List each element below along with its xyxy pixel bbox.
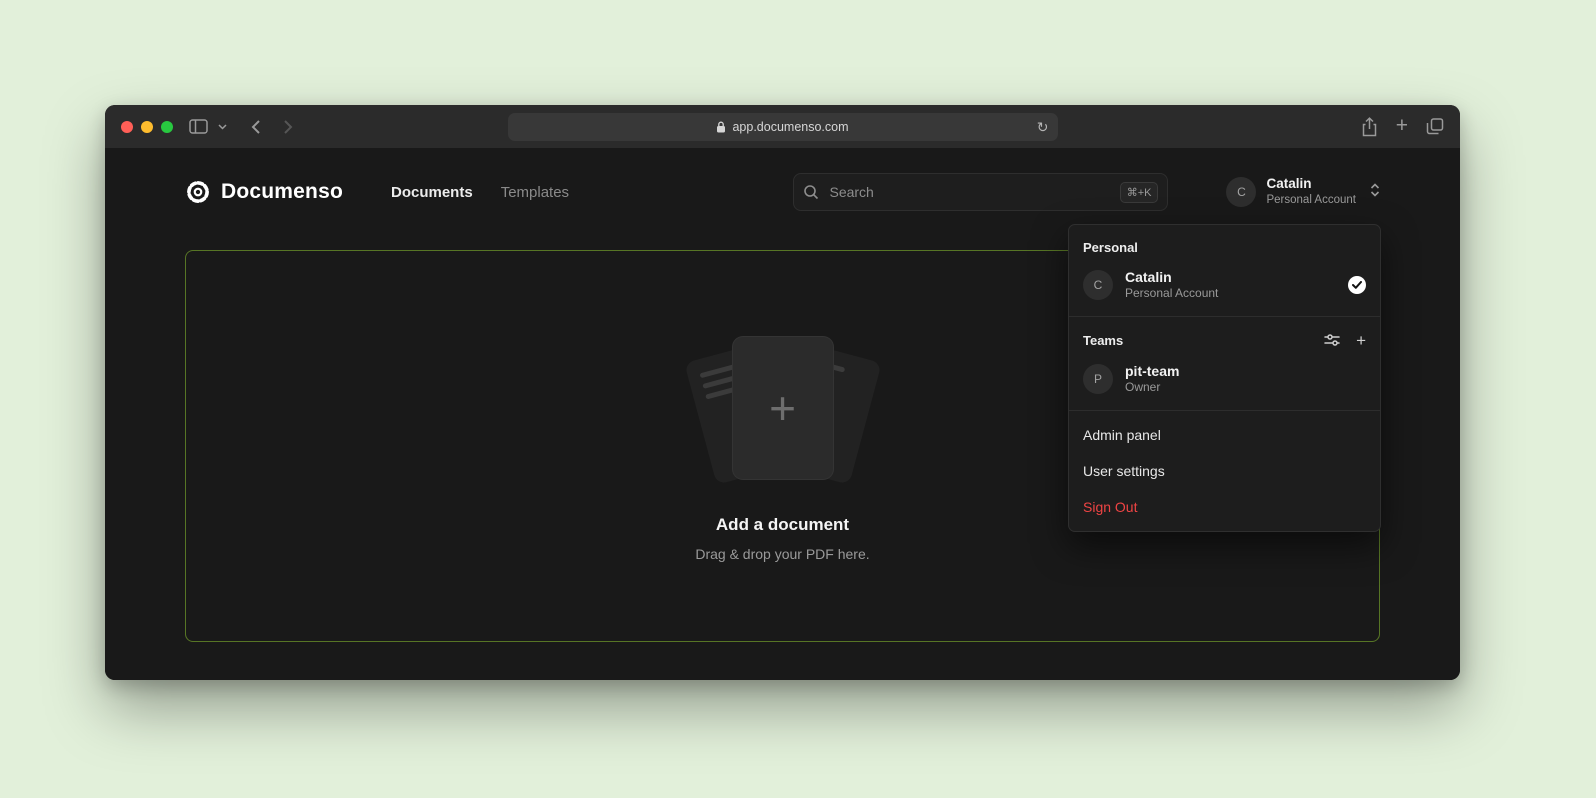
reload-icon[interactable]: ↻ xyxy=(1037,120,1049,134)
brand[interactable]: Documenso xyxy=(185,179,343,205)
brand-name: Documenso xyxy=(221,180,343,204)
app-page: Documenso Documents Templates ⌘+K C xyxy=(105,148,1460,680)
teams-label: Teams xyxy=(1083,333,1123,348)
chevron-up-down-icon xyxy=(1370,182,1380,203)
dropzone-subtitle: Drag & drop your PDF here. xyxy=(695,546,869,562)
close-window-button[interactable] xyxy=(121,121,133,133)
search-input[interactable] xyxy=(827,183,1111,201)
team-role: Owner xyxy=(1125,380,1179,396)
search-shortcut-badge: ⌘+K xyxy=(1120,182,1159,203)
browser-window: app.documenso.com ↻ + xyxy=(105,105,1460,680)
manage-teams-icon[interactable] xyxy=(1324,333,1340,347)
search-box[interactable]: ⌘+K xyxy=(793,173,1168,211)
add-plus-icon: + xyxy=(769,385,796,431)
menu-section-teams: Teams + xyxy=(1069,323,1380,354)
nav-documents[interactable]: Documents xyxy=(391,184,473,201)
sidebar-toggle-icon[interactable] xyxy=(189,119,208,134)
team-name: pit-team xyxy=(1125,362,1179,380)
documenso-logo-icon xyxy=(185,179,211,205)
account-subtitle: Personal Account xyxy=(1266,193,1356,207)
dropzone-title: Add a document xyxy=(716,515,849,535)
menu-divider xyxy=(1069,410,1380,411)
document-card-center: + xyxy=(733,337,833,479)
address-bar[interactable]: app.documenso.com ↻ xyxy=(508,113,1058,141)
menu-section-personal: Personal xyxy=(1069,231,1380,260)
url-text: app.documenso.com xyxy=(732,120,848,134)
traffic-lights xyxy=(121,121,173,133)
sidebar-chevron-down-icon[interactable] xyxy=(218,124,227,130)
tab-overview-icon[interactable] xyxy=(1426,118,1444,135)
new-tab-button[interactable]: + xyxy=(1396,115,1408,136)
personal-account-name: Catalin xyxy=(1125,268,1218,286)
document-stack-illustration: + xyxy=(673,331,893,489)
menu-divider xyxy=(1069,316,1380,317)
zoom-window-button[interactable] xyxy=(161,121,173,133)
forward-button[interactable] xyxy=(283,119,293,135)
nav-templates[interactable]: Templates xyxy=(501,184,569,201)
personal-account-avatar: C xyxy=(1083,270,1113,300)
share-icon[interactable] xyxy=(1361,117,1378,137)
back-button[interactable] xyxy=(251,119,261,135)
team-avatar: P xyxy=(1083,364,1113,394)
account-name: Catalin xyxy=(1266,176,1356,193)
menu-item-sign-out[interactable]: Sign Out xyxy=(1069,489,1380,525)
minimize-window-button[interactable] xyxy=(141,121,153,133)
browser-titlebar: app.documenso.com ↻ + xyxy=(105,105,1460,148)
menu-item-personal-account[interactable]: C Catalin Personal Account xyxy=(1069,260,1380,310)
lock-icon xyxy=(716,121,726,133)
menu-item-team[interactable]: P pit-team Owner xyxy=(1069,354,1380,404)
account-dropdown-menu: Personal C Catalin Personal Account Team… xyxy=(1068,224,1381,532)
search-icon xyxy=(803,184,819,200)
main-nav: Documents Templates xyxy=(391,184,569,201)
menu-item-user-settings[interactable]: User settings xyxy=(1069,453,1380,489)
account-menu-trigger[interactable]: C Catalin Personal Account xyxy=(1226,176,1380,207)
selected-check-icon xyxy=(1348,276,1366,294)
personal-account-subtitle: Personal Account xyxy=(1125,286,1218,302)
account-avatar: C xyxy=(1226,177,1256,207)
create-team-icon[interactable]: + xyxy=(1356,332,1366,349)
app-header: Documenso Documents Templates ⌘+K C xyxy=(185,148,1380,214)
menu-item-admin-panel[interactable]: Admin panel xyxy=(1069,417,1380,453)
